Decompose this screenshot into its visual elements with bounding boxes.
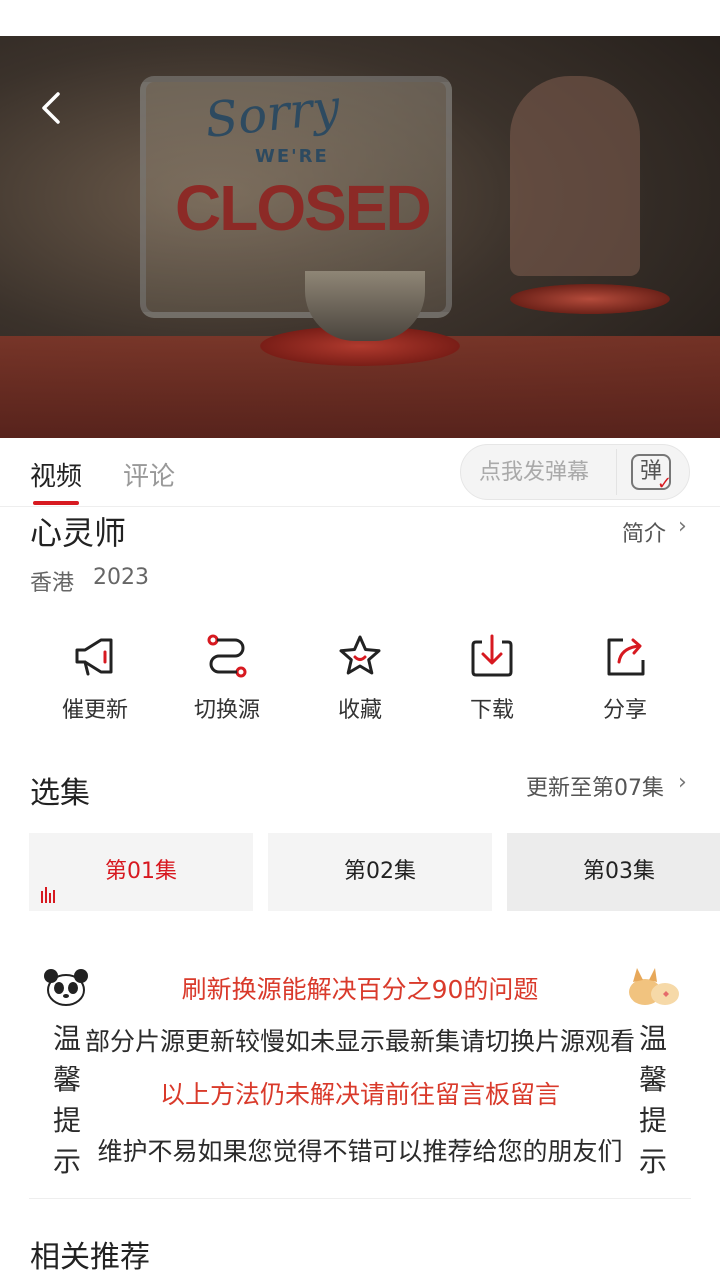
video-player[interactable]: Sorry WE'RE CLOSED xyxy=(0,36,720,438)
episode-item-03[interactable]: 第03集 xyxy=(507,833,720,911)
share-label: 分享 xyxy=(602,698,647,723)
danmu-divider xyxy=(616,449,617,495)
chevron-right-icon: › xyxy=(678,514,687,539)
tab-comments[interactable]: 评论 xyxy=(123,456,175,493)
action-bar: 催更新 切换源 收藏 下载 分享 xyxy=(0,632,720,732)
now-playing-icon xyxy=(41,887,55,903)
favorite-label: 收藏 xyxy=(337,698,382,723)
tips-line-4: 维护不易如果您觉得不错可以推荐给您的朋友们 xyxy=(97,1137,623,1166)
switch-source-label: 切换源 xyxy=(193,698,260,723)
check-icon: ✓ xyxy=(657,473,673,494)
megaphone-icon xyxy=(75,638,113,676)
download-label: 下载 xyxy=(469,698,514,723)
route-switch-icon xyxy=(207,634,247,678)
urge-update-button[interactable]: 催更新 xyxy=(29,632,161,724)
show-year: 2023 xyxy=(93,565,149,590)
episode-list: 第01集 第02集 第03集 xyxy=(29,833,720,911)
episode-label: 第01集 xyxy=(105,859,177,884)
episode-label: 第02集 xyxy=(344,859,416,884)
download-button[interactable]: 下载 xyxy=(426,632,558,724)
episode-label: 第03集 xyxy=(583,859,655,884)
urge-update-label: 催更新 xyxy=(61,698,128,723)
chevron-right-icon: › xyxy=(678,770,687,795)
share-icon xyxy=(607,638,645,676)
tips-line-2: 部分片源更新较慢如未显示最新集请切换片源观看 xyxy=(84,1027,635,1056)
tips-line-1: 刷新换源能解决百分之90的问题 xyxy=(181,975,539,1004)
player-saucer-right xyxy=(510,284,670,314)
player-sign-text-closed: CLOSED xyxy=(175,172,432,244)
star-icon xyxy=(339,635,381,675)
player-sign-text-were: WE'RE xyxy=(255,146,329,167)
show-title: 心灵师 xyxy=(30,514,127,552)
player-background-figure xyxy=(510,76,640,276)
share-button[interactable]: 分享 xyxy=(559,632,691,724)
show-region: 香港 xyxy=(30,571,75,596)
switch-source-button[interactable]: 切换源 xyxy=(161,632,293,724)
back-button[interactable] xyxy=(32,86,72,130)
episode-item-02[interactable]: 第02集 xyxy=(268,833,492,911)
episode-item-01[interactable]: 第01集 xyxy=(29,833,253,911)
tips-line-3: 以上方法仍未解决请前往留言板留言 xyxy=(159,1080,560,1109)
chevron-left-icon xyxy=(42,92,60,124)
related-section-title: 相关推荐 xyxy=(30,1240,150,1275)
intro-link[interactable]: 简介 xyxy=(622,516,666,548)
tab-active-indicator xyxy=(33,501,79,505)
danmu-input[interactable] xyxy=(479,445,619,499)
favorite-button[interactable]: 收藏 xyxy=(294,632,426,724)
episodes-section-title: 选集 xyxy=(30,776,90,811)
status-bar xyxy=(0,0,720,36)
tab-video[interactable]: 视频 xyxy=(30,456,82,493)
tips-banner: 温馨提示 温馨提示 刷新换源能解决百分之90的问题 部分片源更新较慢如未显示最新… xyxy=(29,950,691,1199)
tab-bar: 视频 评论 弹 ✓ xyxy=(0,438,720,507)
episodes-update-status[interactable]: 更新至第07集 xyxy=(526,770,664,802)
danmu-box: 弹 ✓ xyxy=(460,444,690,500)
download-icon xyxy=(471,634,513,677)
